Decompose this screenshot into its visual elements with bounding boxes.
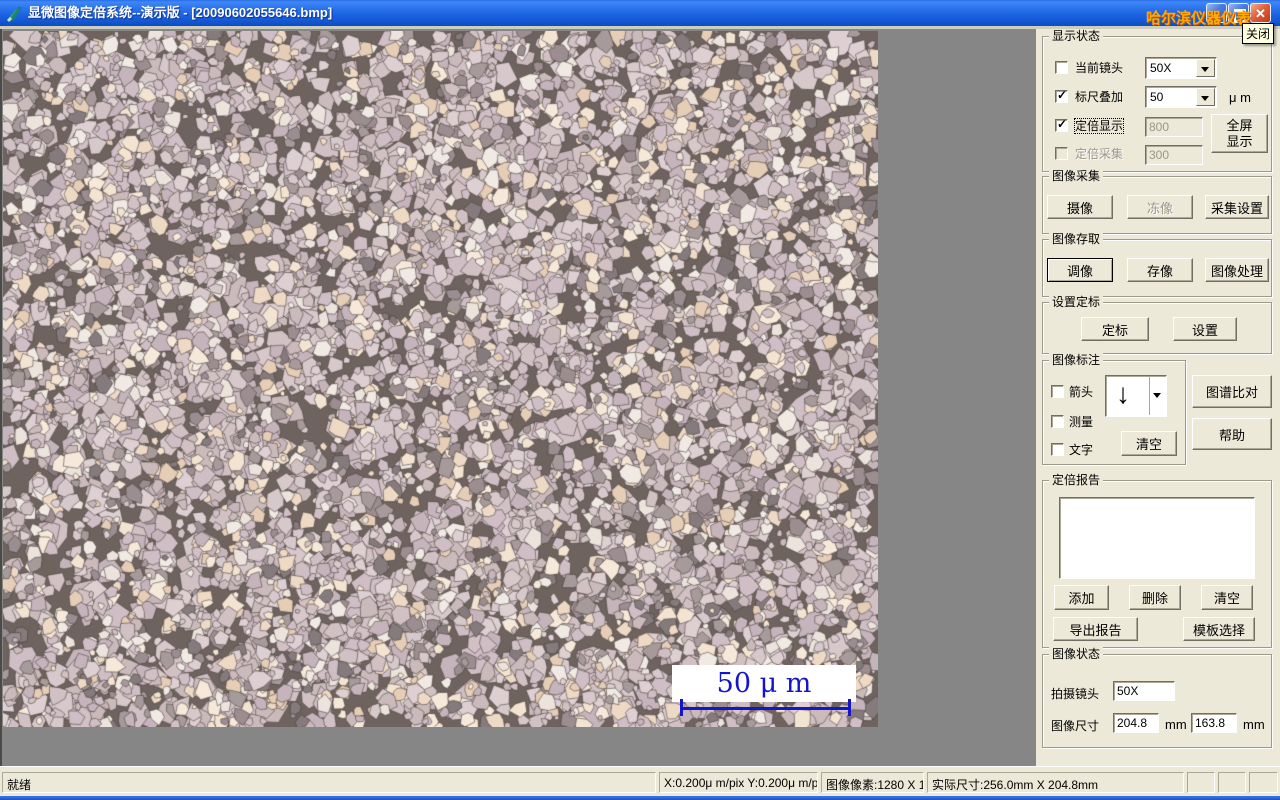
fullscreen-button[interactable]: 全屏显示	[1211, 114, 1268, 153]
arrow-style-combo[interactable]: ↓	[1105, 375, 1167, 417]
calibration-group: 设置定标 定标 设置	[1042, 295, 1272, 354]
shoot-lens-field[interactable]	[1113, 681, 1175, 701]
shoot-lens-label: 拍摄镜头	[1051, 687, 1100, 701]
fixed-display-field	[1145, 117, 1203, 137]
group-title: 图像采集	[1049, 169, 1104, 183]
scalebar-tick-left	[680, 699, 683, 716]
status-resolution: X:0.200μ m/pix Y:0.200μ m/pix	[659, 772, 818, 793]
clear-annotation-button[interactable]: 清空	[1121, 431, 1177, 456]
restore-icon	[1234, 9, 1246, 22]
text-label: 文字	[1069, 443, 1094, 457]
fixed-capture-label: 定倍采集	[1075, 147, 1124, 161]
close-button[interactable]: ✕	[1250, 3, 1271, 23]
group-title: 图像标注	[1049, 353, 1104, 367]
minimize-button[interactable]	[1206, 3, 1227, 23]
window-bottom-edge	[0, 796, 1280, 800]
current-lens-label: 当前镜头	[1075, 61, 1124, 75]
width-unit-label: mm	[1165, 717, 1187, 732]
ruler-overlay-label: 标尺叠加	[1075, 90, 1124, 104]
group-title: 图像状态	[1049, 647, 1104, 661]
arrow-checkbox[interactable]	[1051, 385, 1064, 398]
ruler-value-combo[interactable]: 50	[1145, 86, 1217, 108]
title-bar: 显微图像定倍系统--演示版 - [20090602055646.bmp] 哈尔滨…	[0, 0, 1280, 44]
ruler-unit-label: μ m	[1229, 90, 1251, 105]
fixed-display-checkbox[interactable]	[1055, 117, 1068, 132]
close-icon: ✕	[1255, 6, 1266, 21]
fixed-capture-checkbox	[1055, 147, 1068, 160]
chevron-down-icon[interactable]	[1149, 377, 1165, 415]
restore-button[interactable]	[1228, 3, 1249, 23]
scalebar-line	[680, 707, 851, 710]
template-select-button[interactable]: 模板选择	[1183, 617, 1255, 641]
capture-settings-button[interactable]: 采集设置	[1205, 195, 1269, 219]
image-size-label: 图像尺寸	[1051, 719, 1100, 733]
status-empty-cell	[1187, 772, 1215, 793]
fixed-capture-field	[1145, 145, 1203, 165]
export-report-button[interactable]: 导出报告	[1053, 617, 1138, 641]
group-title: 显示状态	[1049, 29, 1104, 43]
current-lens-combo[interactable]: 50X	[1145, 57, 1217, 79]
calibration-settings-button[interactable]: 设置	[1173, 317, 1237, 341]
window-title: 显微图像定倍系统--演示版 - [20090602055646.bmp]	[28, 5, 333, 20]
micrograph-image	[3, 31, 878, 727]
save-image-button[interactable]: 存像	[1127, 258, 1193, 282]
image-storage-group: 图像存取 调像 存像 图像处理	[1042, 232, 1272, 297]
measure-label: 测量	[1069, 415, 1094, 429]
app-icon	[7, 6, 22, 22]
report-delete-button[interactable]: 删除	[1129, 585, 1181, 610]
group-title: 定倍报告	[1049, 473, 1104, 487]
report-listbox[interactable]	[1059, 497, 1255, 579]
image-process-button[interactable]: 图像处理	[1205, 258, 1269, 282]
current-lens-checkbox[interactable]	[1055, 61, 1068, 74]
chevron-down-icon[interactable]	[1196, 59, 1215, 77]
status-empty-cell	[1249, 772, 1278, 793]
height-unit-label: mm	[1243, 717, 1265, 732]
measure-checkbox[interactable]	[1051, 415, 1064, 428]
status-pixels: 图像像素:1280 X 1024	[821, 772, 924, 793]
status-empty-cell	[1218, 772, 1246, 793]
group-title: 设置定标	[1049, 295, 1104, 309]
arrow-label: 箭头	[1069, 385, 1094, 399]
scalebar-tick-right	[848, 699, 851, 716]
text-checkbox[interactable]	[1051, 443, 1064, 456]
image-status-group: 图像状态 拍摄镜头 图像尺寸 mm mm	[1042, 647, 1272, 748]
group-title: 图像存取	[1049, 232, 1104, 246]
close-tooltip: 关闭	[1242, 23, 1275, 44]
app-window: 显微图像定倍系统--演示版 - [20090602055646.bmp] 哈尔滨…	[0, 0, 1280, 800]
ruler-overlay-checkbox[interactable]	[1055, 88, 1068, 103]
atlas-compare-button[interactable]: 图谱比对	[1192, 375, 1272, 408]
status-ready: 就绪	[2, 772, 656, 793]
report-add-button[interactable]: 添加	[1054, 585, 1109, 610]
status-real-size: 实际尺寸:256.0mm X 204.8mm	[927, 772, 1184, 793]
shoot-button[interactable]: 摄像	[1047, 195, 1113, 219]
control-panel: 显示状态 当前镜头 50X 标尺叠加 50 μ m 定倍显示 定倍采集 全屏显示	[1036, 29, 1280, 766]
fixed-display-label: 定倍显示	[1073, 118, 1125, 134]
freeze-button: 冻像	[1127, 195, 1193, 219]
scalebar-label: 50 μ m	[672, 665, 856, 702]
status-bar: 就绪 X:0.200μ m/pix Y:0.200μ m/pix 图像像素:12…	[0, 766, 1280, 797]
image-height-field[interactable]	[1191, 713, 1237, 733]
image-width-field[interactable]	[1113, 713, 1159, 733]
display-status-group: 显示状态 当前镜头 50X 标尺叠加 50 μ m 定倍显示 定倍采集 全屏显示	[1042, 29, 1272, 172]
annotation-group: 图像标注 箭头 测量 文字 ↓ 清空	[1042, 353, 1186, 465]
image-capture-group: 图像采集 摄像 冻像 采集设置	[1042, 169, 1272, 234]
help-button[interactable]: 帮助	[1192, 418, 1272, 450]
load-image-button[interactable]: 调像	[1047, 258, 1113, 282]
report-clear-button[interactable]: 清空	[1201, 585, 1253, 610]
down-arrow-icon: ↓	[1116, 378, 1130, 409]
report-group: 定倍报告 添加 删除 清空 导出报告 模板选择	[1042, 473, 1272, 648]
chevron-down-icon[interactable]	[1196, 88, 1215, 106]
calibrate-button[interactable]: 定标	[1081, 317, 1149, 341]
minimize-icon	[1211, 15, 1220, 18]
